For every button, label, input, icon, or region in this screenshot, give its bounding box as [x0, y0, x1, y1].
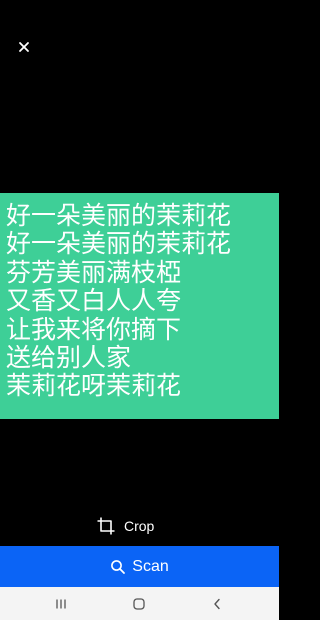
system-nav-bar [0, 587, 279, 620]
crop-button[interactable]: Crop [96, 512, 154, 540]
poem-line-3: 芬芳美丽满枝椏 [6, 257, 182, 287]
home-button[interactable] [128, 595, 150, 613]
crop-label: Crop [124, 518, 155, 534]
scan-label: Scan [132, 557, 169, 575]
captured-image: 好一朵美丽的茉莉花 好一朵美丽的茉莉花 芬芳美丽满枝椏 又香又白人人夸 让我来将… [0, 193, 279, 419]
poem-line-2: 好一朵美丽的茉莉花 [6, 229, 232, 259]
close-icon [19, 42, 29, 52]
search-icon [111, 559, 126, 574]
poem-line-4: 又香又白人人夸 [6, 286, 182, 316]
back-icon [214, 598, 220, 610]
crop-icon [97, 517, 115, 535]
poem-line-5: 让我来将你摘下 [6, 314, 182, 344]
home-icon [133, 598, 145, 610]
recents-button[interactable] [50, 595, 72, 613]
poem-line-6: 送给别人家 [6, 342, 132, 372]
poem-line-1: 好一朵美丽的茉莉花 [6, 201, 232, 230]
poem-text: 好一朵美丽的茉莉花 好一朵美丽的茉莉花 芬芳美丽满枝椏 又香又白人人夸 让我来将… [6, 201, 276, 401]
scan-button[interactable]: Scan [0, 546, 279, 587]
recents-icon [56, 599, 66, 609]
back-button[interactable] [206, 595, 228, 613]
poem-line-7: 茉莉花呀茉莉花 [6, 371, 182, 401]
close-button[interactable] [14, 37, 34, 57]
scan-preview-screen: 好一朵美丽的茉莉花 好一朵美丽的茉莉花 芬芳美丽满枝椏 又香又白人人夸 让我来将… [0, 0, 279, 620]
